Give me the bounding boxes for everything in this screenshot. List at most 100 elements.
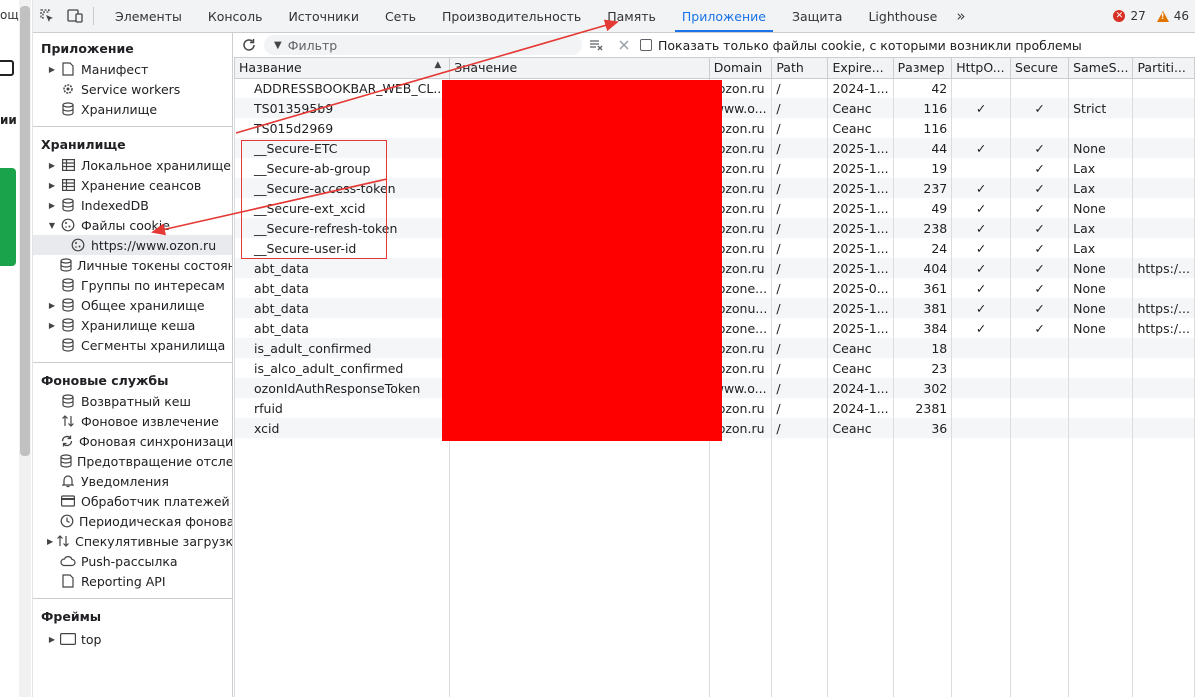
cell-path: / <box>771 318 829 338</box>
empty-cell <box>892 438 953 697</box>
cell-secure: ✓ <box>1010 278 1070 298</box>
cell-expires: 2025-1... <box>827 218 894 238</box>
empty-cell <box>827 438 894 697</box>
cookie-icon <box>60 217 76 233</box>
checkbox-label: Показать только файлы cookie, с которыми… <box>658 37 1082 53</box>
tab-lighthouse[interactable]: Lighthouse <box>855 0 950 32</box>
column-header-path[interactable]: Path <box>771 58 829 79</box>
device-toolbar-icon[interactable] <box>61 0 89 32</box>
column-header-httponly[interactable]: HttpO... <box>951 58 1012 79</box>
sidebar-item-indexeddb[interactable]: ▶ IndexedDB <box>33 195 232 215</box>
tab-security[interactable]: Защита <box>779 0 856 32</box>
sidebar-item-shared-storage[interactable]: ▶ Общее хранилище <box>33 295 232 315</box>
empty-cell <box>708 438 773 697</box>
sidebar-item-cookies[interactable]: ▼ Файлы cookie <box>33 215 232 235</box>
tab-application[interactable]: Приложение <box>669 0 779 32</box>
collapse-arrow-icon[interactable]: ▼ <box>47 221 57 230</box>
cell-samesite: None <box>1068 198 1134 218</box>
column-header-secure[interactable]: Secure <box>1010 58 1070 79</box>
gear-icon <box>60 81 76 97</box>
column-header-name[interactable]: Название ▲ <box>234 58 451 79</box>
sidebar-item-cookie-origin[interactable]: https://www.ozon.ru <box>33 235 232 255</box>
expand-arrow-icon[interactable]: ▶ <box>47 537 53 546</box>
expand-arrow-icon[interactable]: ▶ <box>47 301 57 310</box>
empty-cell <box>234 438 451 697</box>
cell-path: / <box>771 218 829 238</box>
sidebar-item-label: Фоновое извлечение <box>81 413 219 429</box>
table-grid-icon <box>60 157 76 173</box>
expand-arrow-icon[interactable]: ▶ <box>47 161 57 170</box>
sidebar-item-periodic-sync[interactable]: Периодическая фоновая с <box>33 511 232 531</box>
column-header-partition-key[interactable]: Partiti... <box>1132 58 1195 79</box>
sidebar-item-storage-overview[interactable]: Хранилище <box>33 99 232 119</box>
sidebar-item-payment-handler[interactable]: Обработчик платежей <box>33 491 232 511</box>
sidebar-item-cache-storage[interactable]: ▶ Хранилище кеша <box>33 315 232 335</box>
more-tabs-chevron-icon[interactable]: » <box>950 0 971 32</box>
database-icon <box>60 257 72 273</box>
cell-httponly: ✓ <box>951 238 1012 258</box>
cell-secure: ✓ <box>1010 158 1070 178</box>
sidebar-item-label: Хранилище <box>81 101 158 117</box>
bell-icon <box>60 473 76 489</box>
database-icon <box>60 197 76 213</box>
filter-input[interactable]: ▼ Фильтр <box>264 35 582 55</box>
sidebar-item-bfcache[interactable]: Возвратный кеш <box>33 391 232 411</box>
expand-arrow-icon[interactable]: ▶ <box>47 321 57 330</box>
sidebar-item-background-sync[interactable]: Фоновая синхронизация <box>33 431 232 451</box>
delete-selected-icon[interactable] <box>610 40 638 50</box>
checkbox-box[interactable] <box>640 39 652 51</box>
sidebar-item-service-workers[interactable]: Service workers <box>33 79 232 99</box>
sidebar-item-local-storage[interactable]: ▶ Локальное хранилище <box>33 155 232 175</box>
expand-arrow-icon[interactable]: ▶ <box>47 181 57 190</box>
sidebar-item-label: Reporting API <box>81 573 166 589</box>
issues-counter[interactable]: ✕ 27 ! 46 <box>1113 0 1195 32</box>
column-header-value[interactable]: Значение <box>449 58 710 79</box>
sidebar-item-bounce-tracking[interactable]: Предотвращение отслежи <box>33 451 232 471</box>
sidebar-item-interest-groups[interactable]: Группы по интересам <box>33 275 232 295</box>
cell-samesite: Lax <box>1068 158 1134 178</box>
column-header-expires[interactable]: Expire... <box>827 58 894 79</box>
clear-filtered-cookies-icon[interactable] <box>582 39 610 51</box>
inspect-element-icon[interactable] <box>33 0 61 32</box>
sidebar-item-label: Уведомления <box>81 473 169 489</box>
sidebar-item-storage-buckets[interactable]: Сегменты хранилища <box>33 335 232 355</box>
sidebar-item-background-fetch[interactable]: Фоновое извлечение <box>33 411 232 431</box>
sidebar-item-label: Спекулятивные загрузки <box>75 533 233 549</box>
tab-sources[interactable]: Источники <box>275 0 372 32</box>
cell-size: 238 <box>892 218 953 238</box>
cell-secure: ✓ <box>1010 98 1070 118</box>
empty-cell <box>951 438 1012 697</box>
sidebar-item-notifications[interactable]: Уведомления <box>33 471 232 491</box>
column-header-samesite[interactable]: SameS... <box>1068 58 1134 79</box>
sidebar-item-reporting-api[interactable]: Reporting API <box>33 571 232 591</box>
sidebar-item-session-storage[interactable]: ▶ Хранение сеансов <box>33 175 232 195</box>
cell-httponly <box>951 358 1012 378</box>
cell-path: / <box>771 298 829 318</box>
expand-arrow-icon[interactable]: ▶ <box>47 65 57 74</box>
tab-console[interactable]: Консоль <box>195 0 276 32</box>
tab-performance[interactable]: Производительность <box>429 0 594 32</box>
cell-samesite: None <box>1068 258 1134 278</box>
cloud-icon <box>60 553 76 569</box>
sidebar-item-label: Хранение сеансов <box>81 177 202 193</box>
expand-arrow-icon[interactable]: ▶ <box>47 201 57 210</box>
tab-network[interactable]: Сеть <box>372 0 429 32</box>
sidebar-item-manifest[interactable]: ▶ Манифест <box>33 59 232 79</box>
column-header-domain[interactable]: Domain <box>708 58 773 79</box>
cell-partition-key: https:/... <box>1132 298 1195 318</box>
sidebar-item-frame-top[interactable]: ▶ top <box>33 629 232 649</box>
tab-memory[interactable]: Память <box>594 0 669 32</box>
only-issues-checkbox[interactable]: Показать только файлы cookie, с которыми… <box>640 38 1082 53</box>
sidebar-item-speculative-loads[interactable]: ▶ Спекулятивные загрузки <box>33 531 232 551</box>
expand-arrow-icon[interactable]: ▶ <box>47 635 57 644</box>
page-scrollbar-thumb[interactable] <box>20 6 30 456</box>
tab-elements[interactable]: Элементы <box>102 0 195 32</box>
column-header-size[interactable]: Размер <box>892 58 953 79</box>
cell-secure: ✓ <box>1010 178 1070 198</box>
sidebar-item-push-messaging[interactable]: Push-рассылка <box>33 551 232 571</box>
cell-name: xcid <box>234 418 451 438</box>
refresh-icon[interactable] <box>234 38 264 52</box>
cell-partition-key <box>1132 198 1195 218</box>
sidebar-item-private-state-tokens[interactable]: Личные токены состояния <box>33 255 232 275</box>
sidebar-item-label: top <box>81 631 102 647</box>
